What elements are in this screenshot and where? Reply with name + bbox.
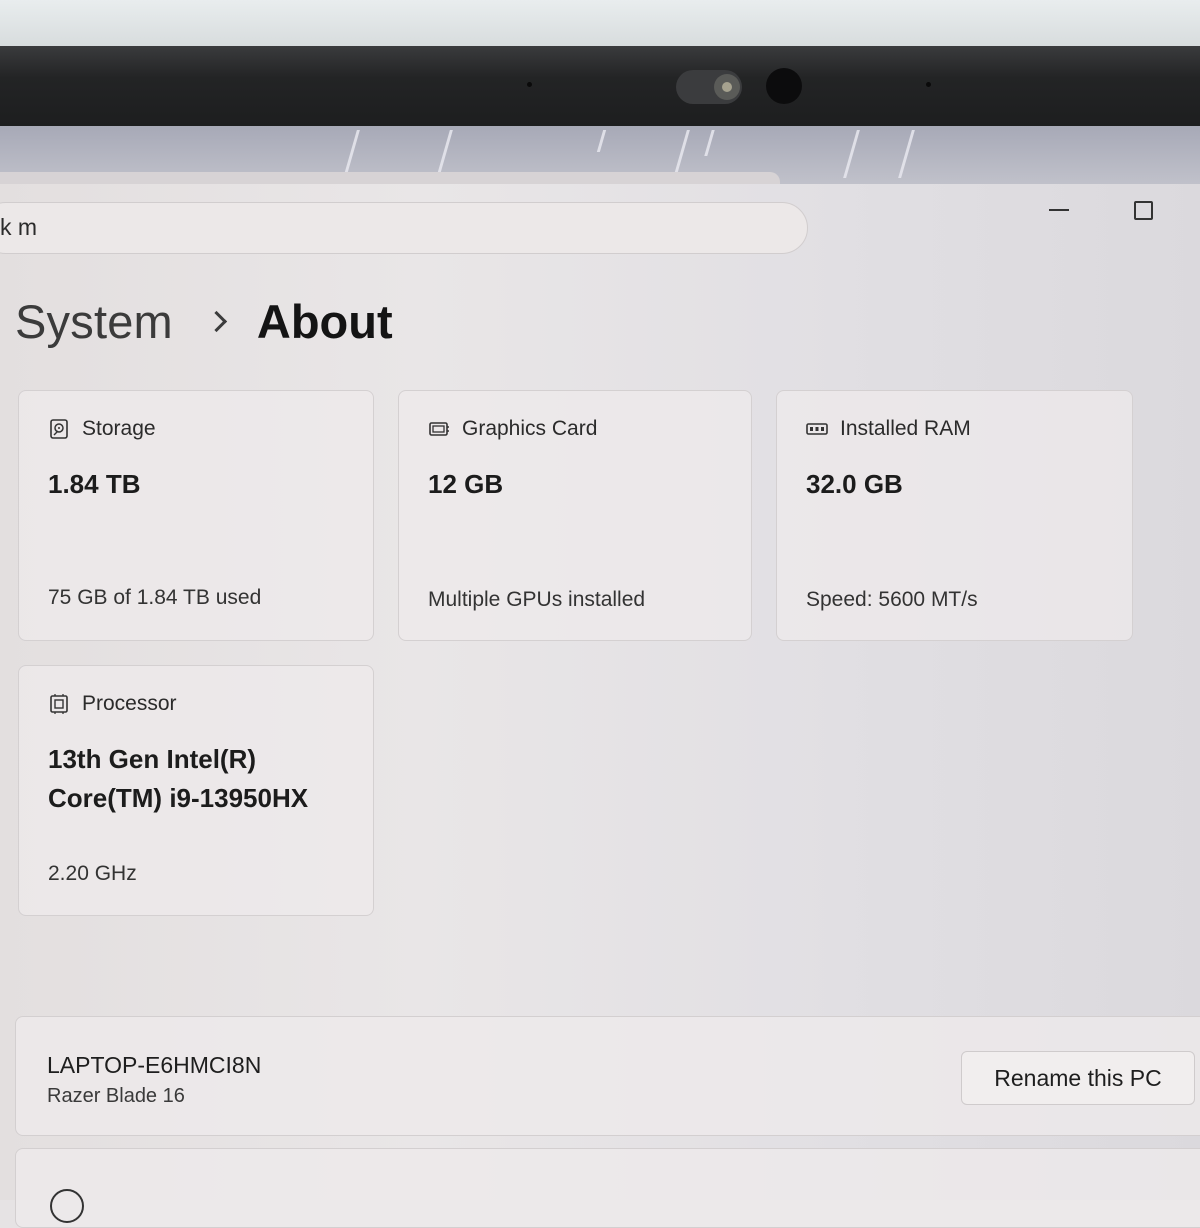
rename-pc-button[interactable]: Rename this PC: [961, 1051, 1195, 1105]
graphics-card-value: 12 GB: [428, 469, 504, 499]
device-name: LAPTOP-E6HMCI8N: [47, 1052, 262, 1078]
chevron-right-icon: [205, 310, 228, 332]
graphics-card-label: Graphics Card: [462, 417, 598, 440]
installed-ram-label: Installed RAM: [840, 417, 971, 440]
wallpaper-streak: [596, 130, 607, 152]
wallpaper-streak: [704, 130, 715, 156]
webcam-lens: [714, 74, 740, 100]
installed-ram-card[interactable]: Installed RAM 32.0 GB Speed: 5600 MT/s: [776, 390, 1133, 641]
microphone-hole: [926, 82, 931, 87]
wallpaper-streak: [436, 130, 453, 178]
installed-ram-value: 32.0 GB: [806, 469, 903, 499]
device-specifications-panel[interactable]: [15, 1148, 1200, 1228]
breadcrumb: System About: [15, 286, 393, 356]
wallpaper-streak: [843, 130, 860, 178]
processor-icon: [50, 694, 68, 714]
ram-speed: Speed: 5600 MT/s: [806, 588, 978, 611]
minimize-icon[interactable]: [1049, 209, 1069, 211]
storage-label: Storage: [82, 417, 156, 440]
laptop-bezel: [0, 46, 1200, 126]
breadcrumb-system[interactable]: System: [15, 294, 173, 349]
processor-label: Processor: [82, 692, 177, 715]
ram-icon: [806, 423, 828, 435]
storage-icon: [50, 419, 68, 439]
microphone-hole: [527, 82, 532, 87]
search-box[interactable]: [0, 202, 808, 254]
graphics-card-card[interactable]: Graphics Card 12 GB Multiple GPUs instal…: [398, 390, 752, 641]
wallpaper-streak: [673, 130, 690, 178]
storage-card[interactable]: Storage 1.84 TB 75 GB of 1.84 TB used: [18, 390, 374, 641]
graphics-card-detail: Multiple GPUs installed: [428, 588, 646, 611]
card-header: Processor: [48, 692, 177, 716]
processor-value: 13th Gen Intel(R) Core(TM) i9-13950HX: [48, 740, 308, 818]
device-model: Razer Blade 16: [47, 1085, 185, 1107]
device-name-panel: LAPTOP-E6HMCI8N Razer Blade 16 Rename th…: [15, 1016, 1200, 1136]
page-title: About: [256, 294, 393, 348]
card-header: Installed RAM: [806, 417, 971, 441]
card-header: Storage: [48, 417, 156, 441]
search-input-text[interactable]: k m: [0, 214, 37, 241]
processor-model-line2: Core(TM) i9-13950HX: [48, 783, 309, 813]
processor-card[interactable]: Processor 13th Gen Intel(R) Core(TM) i9-…: [18, 665, 374, 916]
processor-speed: 2.20 GHz: [48, 862, 137, 885]
processor-model-line1: 13th Gen Intel(R): [48, 744, 257, 774]
card-header: Graphics Card: [428, 417, 597, 441]
info-icon: [50, 1189, 84, 1223]
storage-value: 1.84 TB: [48, 469, 141, 499]
maximize-icon[interactable]: [1134, 201, 1153, 220]
wallpaper-streak: [898, 130, 915, 178]
storage-usage: 75 GB of 1.84 TB used: [48, 586, 262, 609]
ir-sensor: [766, 68, 802, 104]
graphics-card-icon: [429, 422, 449, 436]
wallpaper-streak: [343, 130, 360, 178]
background-wall: [0, 0, 1200, 50]
